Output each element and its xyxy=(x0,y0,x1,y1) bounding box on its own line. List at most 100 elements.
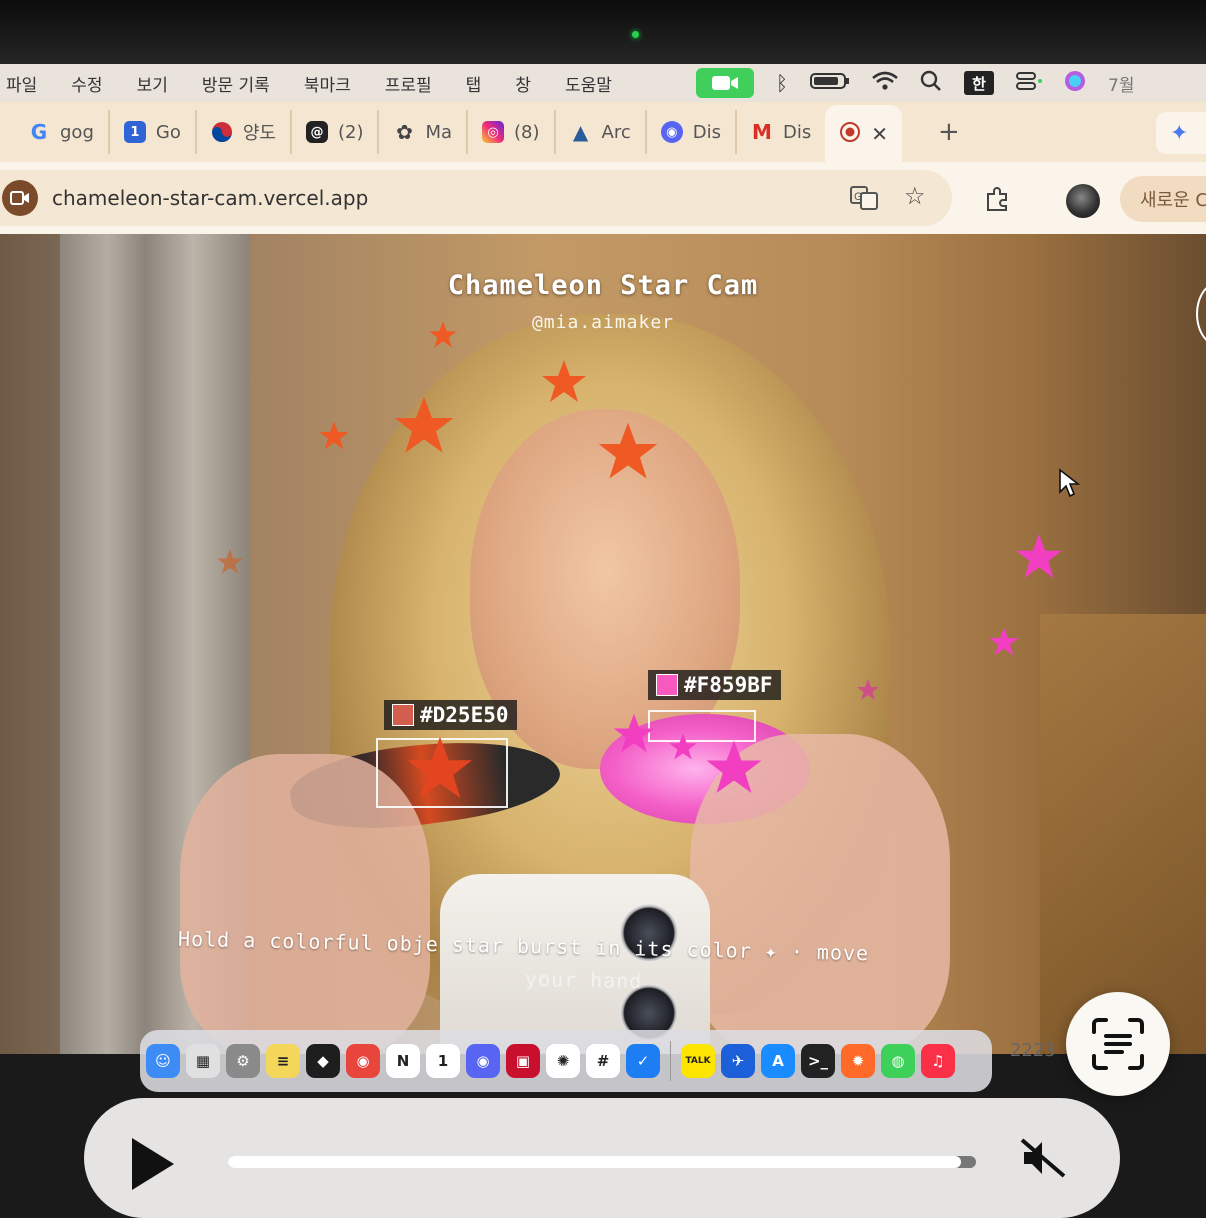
tab-label: 양도 xyxy=(242,123,276,144)
mute-speaker-icon[interactable] xyxy=(1020,1138,1066,1187)
menu-edit[interactable]: 수정 xyxy=(71,71,102,96)
dock-settings-icon[interactable]: ⚙ xyxy=(226,1044,260,1078)
orange-star xyxy=(598,422,658,479)
tab-google[interactable]: G gog xyxy=(14,110,110,154)
mouse-cursor-icon xyxy=(1059,468,1080,498)
pink-star xyxy=(857,679,879,700)
mastodon-icon: ✿ xyxy=(396,120,413,144)
detected-color-label-pink: #F859BF xyxy=(648,670,781,700)
macos-dock: ☺ ▦ ⚙ ≡ ◆ ◉ N 1 ◉ ▣ ✺ # ✓ TALK ✈ A >_ ✹ ◍ ♫ xyxy=(140,1030,992,1092)
tab-discord[interactable]: ◉ Dis xyxy=(647,110,737,154)
tab-label: Dis xyxy=(692,121,721,143)
close-tab-icon[interactable]: ✕ xyxy=(871,122,888,146)
dock-tasks-icon[interactable]: ✓ xyxy=(626,1044,660,1078)
dock-chrome-icon[interactable]: ◉ xyxy=(346,1044,380,1078)
dock-finder-icon[interactable]: ☺ xyxy=(146,1044,180,1078)
orange-star xyxy=(217,549,243,574)
orange-star xyxy=(394,396,454,453)
bluetooth-icon[interactable]: ᛒ xyxy=(776,71,788,95)
tab-label: (2) xyxy=(337,121,364,143)
menu-help[interactable]: 도움말 xyxy=(565,71,612,96)
wifi-icon[interactable] xyxy=(872,71,898,96)
tab-label: (8) xyxy=(514,121,540,143)
menu-view[interactable]: 보기 xyxy=(137,71,168,96)
site-video-icon xyxy=(2,180,38,216)
input-source-indicator[interactable]: 한 xyxy=(964,71,994,95)
menu-file[interactable]: 파일 xyxy=(6,71,37,96)
dock-music-icon[interactable]: ♫ xyxy=(921,1044,955,1078)
phone-in-mirror xyxy=(440,874,710,1054)
profile-avatar[interactable] xyxy=(1066,184,1100,218)
tab-gmail[interactable]: M Dis xyxy=(737,110,825,154)
dock-messages-icon[interactable]: ◍ xyxy=(881,1044,915,1078)
tab-label: gog xyxy=(60,121,94,143)
camera-video-view: Chameleon Star Cam @mia.aimaker #D25E50 … xyxy=(0,234,1206,1054)
translate-icon[interactable]: G xyxy=(850,186,878,215)
app-title: Chameleon Star Cam xyxy=(447,270,759,301)
gemini-sparkle-icon[interactable]: ✦ xyxy=(1156,112,1206,154)
dock-kakaotalk-icon[interactable]: TALK xyxy=(681,1044,715,1078)
tab-label: Go xyxy=(155,121,181,143)
dock-calendar-icon[interactable]: 1 xyxy=(426,1044,460,1078)
bookmark-star-icon[interactable]: ☆ xyxy=(904,182,926,210)
tab-arc[interactable]: ▲ Arc xyxy=(556,110,647,154)
menu-history[interactable]: 방문 기록 xyxy=(202,71,270,96)
orange-star xyxy=(319,421,349,450)
threads-icon: @ xyxy=(305,121,328,143)
battery-icon[interactable] xyxy=(810,72,850,95)
new-tab-plus-icon[interactable]: + xyxy=(938,117,960,147)
google-icon: G xyxy=(30,120,48,144)
dock-sparkle-app-icon[interactable]: ✹ xyxy=(841,1044,875,1078)
dock-chatgpt-icon[interactable]: ✺ xyxy=(546,1044,580,1078)
dock-notes-icon[interactable]: ≡ xyxy=(266,1044,300,1078)
address-toolbar: chameleon-star-cam.vercel.app G ☆ 새로운 C xyxy=(0,162,1206,234)
discord-icon: ◉ xyxy=(660,121,683,143)
tab-korea-gov[interactable]: 양도 xyxy=(197,110,292,154)
tab-threads[interactable]: @ (2) xyxy=(292,110,380,154)
tab-label: Arc xyxy=(601,121,631,143)
menu-profiles[interactable]: 프로필 xyxy=(385,71,432,96)
tab-instagram[interactable]: ◎ (8) xyxy=(468,110,556,154)
url-text[interactable]: chameleon-star-cam.vercel.app xyxy=(52,186,368,210)
omnibox[interactable]: chameleon-star-cam.vercel.app G ☆ xyxy=(0,170,952,226)
progress-track[interactable] xyxy=(228,1156,976,1168)
tab-mastodon[interactable]: ✿ Ma xyxy=(379,110,469,154)
control-center-icon[interactable] xyxy=(1016,71,1042,96)
dock-figma-icon[interactable]: ◆ xyxy=(306,1044,340,1078)
menubar-clock[interactable]: 7월 xyxy=(1108,71,1134,96)
gmail-icon: M xyxy=(752,120,772,144)
dock-launchpad-icon[interactable]: ▦ xyxy=(186,1044,220,1078)
dock-slack-icon[interactable]: # xyxy=(586,1044,620,1078)
dock-notion-icon[interactable]: N xyxy=(386,1044,420,1078)
color-hex-text: #D25E50 xyxy=(420,703,509,727)
new-window-button[interactable]: 새로운 C xyxy=(1120,176,1206,222)
tab-google-calendar[interactable]: 1 Go xyxy=(110,110,197,154)
recording-icon xyxy=(839,121,861,148)
browser-tab-strip: G gog 1 Go 양도 @ (2) ✿ Ma ◎ (8) ▲ Arc ◉ D… xyxy=(0,102,1206,163)
instagram-icon: ◎ xyxy=(482,121,505,143)
dock-app-store-icon[interactable]: A xyxy=(761,1044,795,1078)
orange-star xyxy=(407,736,473,799)
tab-label: Ma xyxy=(425,121,453,143)
menu-window[interactable]: 창 xyxy=(515,71,531,96)
extensions-puzzle-icon[interactable] xyxy=(984,186,1010,218)
arc-icon: ▲ xyxy=(572,120,589,144)
background-stairs xyxy=(1040,614,1206,1054)
dock-testflight-icon[interactable]: ✈ xyxy=(721,1044,755,1078)
video-camera-in-use-icon[interactable] xyxy=(696,68,754,98)
svg-text:G: G xyxy=(854,191,863,203)
instruction-caption-continued: your hand xyxy=(524,966,643,994)
live-text-scan-button[interactable] xyxy=(1066,992,1170,1096)
tab-chameleon-active[interactable]: ✕ xyxy=(825,105,903,163)
menu-tab[interactable]: 탭 xyxy=(466,71,482,96)
laptop-bezel xyxy=(0,0,1206,66)
pink-star xyxy=(613,713,655,753)
play-icon[interactable] xyxy=(132,1138,174,1190)
pink-star xyxy=(1016,534,1062,578)
menu-bookmarks[interactable]: 북마크 xyxy=(304,71,351,96)
dock-discord-icon[interactable]: ◉ xyxy=(466,1044,500,1078)
siri-icon[interactable] xyxy=(1064,70,1086,97)
dock-photo-booth-icon[interactable]: ▣ xyxy=(506,1044,540,1078)
spotlight-search-icon[interactable] xyxy=(920,70,942,97)
dock-terminal-icon[interactable]: >_ xyxy=(801,1044,835,1078)
